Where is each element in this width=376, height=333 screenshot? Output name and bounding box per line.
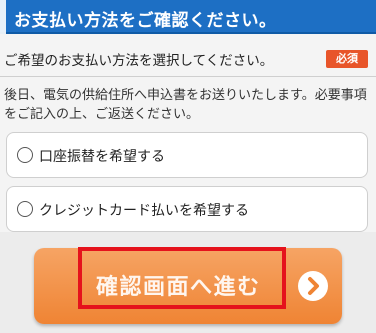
required-badge: 必須 bbox=[326, 50, 368, 68]
section-title: お支払い方法をご確認ください。 bbox=[14, 11, 277, 31]
option-label-bank-transfer: 口座振替を希望する bbox=[39, 149, 165, 165]
instruction-text: ご希望のお支払い方法を選択してください。 bbox=[4, 53, 274, 69]
radio-button-bank-transfer[interactable] bbox=[17, 147, 33, 163]
radio-button-credit-card[interactable] bbox=[17, 201, 33, 217]
header-accent-bar bbox=[0, 0, 6, 34]
divider bbox=[0, 76, 376, 77]
option-credit-card[interactable]: クレジットカード払いを希望する bbox=[6, 186, 368, 232]
section-header: お支払い方法をご確認ください。 bbox=[0, 0, 376, 34]
payment-method-page: お支払い方法をご確認ください。 ご希望のお支払い方法を選択してください。 必須 … bbox=[0, 0, 376, 333]
chevron-right-circle-icon bbox=[298, 271, 328, 301]
mail-notice-text: 後日、電気の供給住所へ申込書をお送りいたします。必要事項をご記入の上、ご返送くだ… bbox=[4, 88, 367, 122]
option-label-credit-card: クレジットカード払いを希望する bbox=[39, 203, 249, 219]
highlight-annotation-box bbox=[78, 247, 286, 309]
option-bank-transfer[interactable]: 口座振替を希望する bbox=[6, 132, 368, 178]
